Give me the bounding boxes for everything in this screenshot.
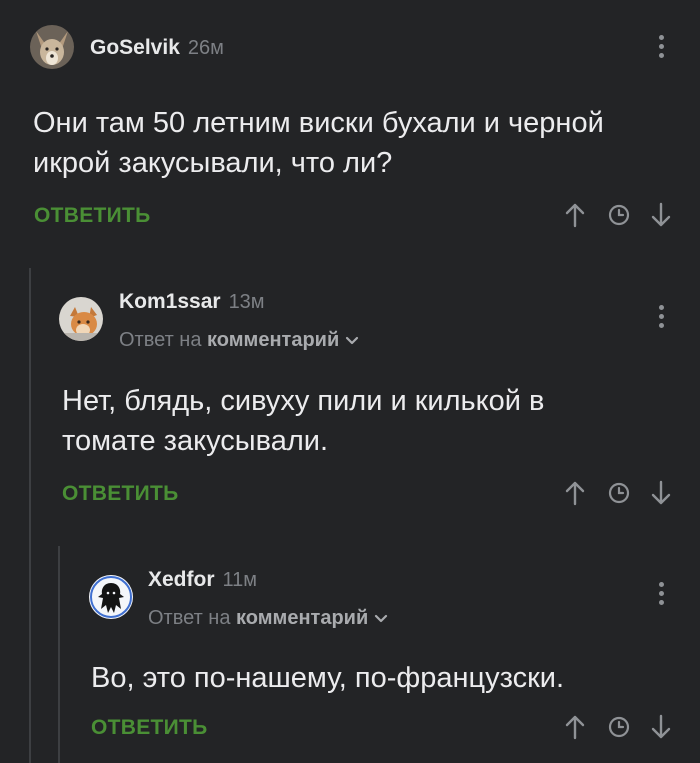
author-name[interactable]: Xedfor 11м: [148, 568, 257, 592]
reply-to-link[interactable]: Ответ на комментарий: [148, 607, 388, 630]
comment-time: 11м: [222, 569, 258, 591]
silhouette-avatar-icon[interactable]: [89, 575, 133, 619]
chevron-down-icon[interactable]: [374, 607, 388, 630]
comment-text-line: Во, это по-нашему, по-французски.: [91, 662, 565, 694]
comment-text: Во, это по-нашему, по-французски.: [91, 658, 564, 698]
reply-target[interactable]: комментарий: [236, 607, 368, 629]
author-label[interactable]: Xedfor: [148, 568, 215, 591]
arrow-down-icon[interactable]: [646, 711, 676, 743]
reply-button[interactable]: ОТВЕТИТЬ: [91, 716, 208, 740]
clock-icon[interactable]: [604, 711, 634, 743]
vote-actions: [560, 711, 676, 743]
reply-prefix: Ответ на: [148, 607, 231, 629]
comment-xedfor: Xedfor 11м Ответ на комментарий Во, это п…: [0, 0, 700, 763]
more-vertical-icon[interactable]: [657, 582, 665, 608]
arrow-up-icon[interactable]: [560, 711, 590, 743]
